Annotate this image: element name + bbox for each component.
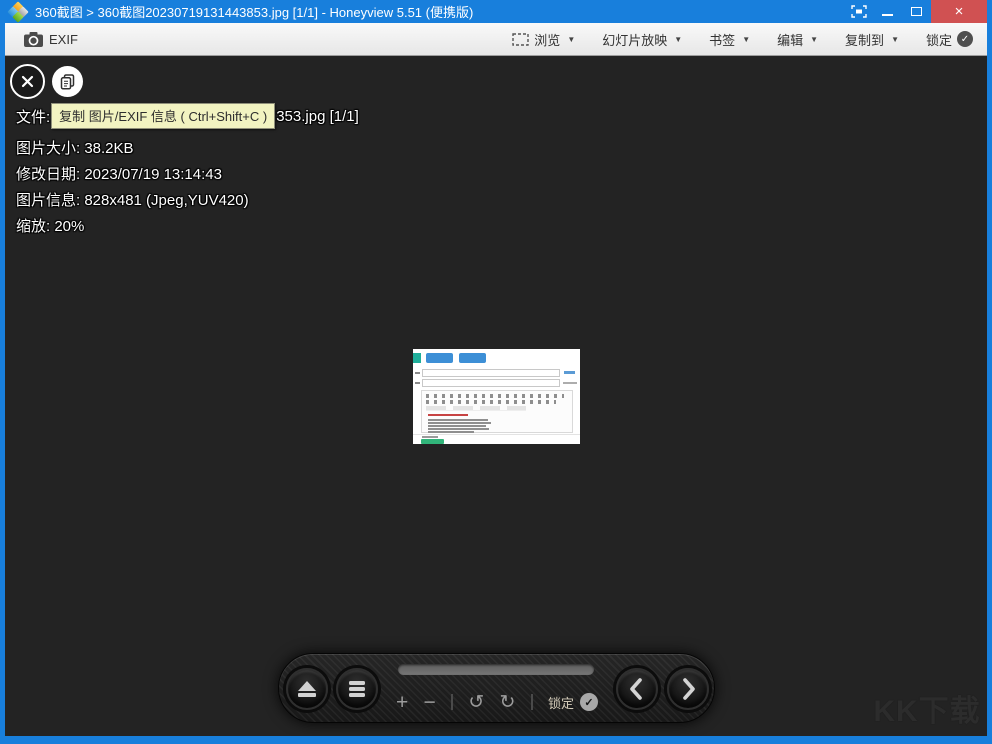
copy-exif-info-button[interactable] bbox=[52, 66, 83, 97]
view-mode-icon bbox=[512, 33, 529, 46]
edit-label: 编辑 bbox=[777, 30, 803, 49]
preview-detail bbox=[422, 369, 560, 377]
watermark-url: www.kkx.net bbox=[863, 735, 987, 736]
check-circle-icon: ✓ bbox=[957, 31, 973, 47]
close-icon bbox=[20, 74, 35, 89]
chevron-down-icon: ▼ bbox=[742, 35, 750, 44]
copy-to-label: 复制到 bbox=[845, 30, 884, 49]
honeyview-logo-icon bbox=[9, 3, 27, 21]
honeyview-window: 360截图 > 360截图20230719131443853.jpg [1/1]… bbox=[0, 0, 992, 744]
bookmark-label: 书签 bbox=[709, 30, 735, 49]
preview-detail bbox=[428, 428, 489, 430]
window-controls: × bbox=[844, 0, 987, 23]
bottom-control-bar: + − ↺ ↻ 锁定 ✓ bbox=[278, 653, 715, 723]
preview-detail bbox=[422, 379, 560, 387]
preview-detail bbox=[564, 371, 575, 374]
camera-icon bbox=[24, 32, 43, 47]
exif-date-line: 修改日期: 2023/07/19 13:14:43 bbox=[16, 163, 222, 184]
image-viewer-area: 文件: 复制 图片/EXIF 信息 ( Ctrl+Shift+C ) 353.j… bbox=[5, 56, 987, 736]
bar-controls: + − ↺ ↻ 锁定 ✓ bbox=[396, 687, 598, 717]
close-button[interactable]: × bbox=[931, 0, 987, 23]
prev-image-button[interactable] bbox=[616, 668, 658, 710]
preview-detail bbox=[428, 431, 474, 433]
rotate-right-button[interactable]: ↻ bbox=[500, 693, 516, 712]
preview-detail bbox=[415, 372, 420, 374]
copy-to-menu[interactable]: 复制到 ▼ bbox=[845, 30, 899, 49]
divider bbox=[451, 694, 453, 710]
eject-icon bbox=[298, 681, 316, 691]
toolbar: EXIF 浏览 ▼ 幻灯片放映 ▼ 书签 ▼ 编辑 ▼ bbox=[5, 23, 987, 56]
chevron-down-icon: ▼ bbox=[567, 35, 575, 44]
fullscreen-button[interactable] bbox=[844, 0, 873, 23]
watermark-text: KK下载 bbox=[863, 686, 987, 730]
preview-detail bbox=[428, 422, 491, 424]
exif-file-label: 文件: bbox=[16, 106, 50, 127]
maximize-button[interactable] bbox=[902, 0, 931, 23]
preview-detail bbox=[563, 382, 577, 384]
close-exif-overlay-button[interactable] bbox=[10, 64, 45, 99]
lock-label: 锁定 bbox=[548, 693, 574, 712]
preview-detail bbox=[428, 425, 486, 427]
slideshow-menu[interactable]: 幻灯片放映 ▼ bbox=[602, 30, 682, 49]
preview-detail bbox=[413, 353, 421, 363]
exif-button[interactable]: EXIF bbox=[18, 23, 84, 55]
exif-info-line: 图片信息: 828x481 (Jpeg,YUV420) bbox=[16, 189, 249, 210]
fullscreen-icon bbox=[851, 5, 867, 18]
preview-detail bbox=[428, 419, 488, 421]
preview-detail bbox=[426, 400, 556, 404]
preview-detail bbox=[421, 439, 444, 444]
zoom-out-button[interactable]: − bbox=[424, 692, 436, 713]
open-file-button[interactable] bbox=[286, 668, 328, 710]
exif-file-tail: 353.jpg [1/1] bbox=[276, 108, 359, 125]
exif-label: EXIF bbox=[49, 32, 78, 47]
window-title: 360截图 > 360截图20230719131443853.jpg [1/1]… bbox=[35, 2, 473, 21]
watermark: KK下载 www.kkx.net bbox=[863, 686, 987, 736]
copy-icon bbox=[60, 74, 75, 90]
nav-slider[interactable] bbox=[398, 664, 594, 675]
viewed-image[interactable] bbox=[413, 349, 580, 444]
lock-label: 锁定 bbox=[926, 30, 952, 49]
exif-size-line: 图片大小: 38.2KB bbox=[16, 137, 134, 158]
browse-label: 浏览 bbox=[534, 30, 560, 49]
preview-detail bbox=[459, 353, 486, 363]
zoom-in-button[interactable]: + bbox=[396, 692, 408, 713]
preview-detail bbox=[426, 353, 453, 363]
exif-zoom-line: 缩放: 20% bbox=[16, 215, 84, 236]
chevron-right-icon bbox=[677, 676, 699, 702]
edit-menu[interactable]: 编辑 ▼ bbox=[777, 30, 818, 49]
slideshow-label: 幻灯片放映 bbox=[602, 30, 667, 49]
close-icon: × bbox=[955, 3, 964, 20]
preview-detail bbox=[413, 434, 580, 435]
preview-detail bbox=[415, 382, 420, 384]
chevron-down-icon: ▼ bbox=[810, 35, 818, 44]
lock-toggle-bar[interactable]: 锁定 ✓ bbox=[548, 693, 598, 712]
maximize-icon bbox=[911, 7, 922, 16]
chevron-down-icon: ▼ bbox=[674, 35, 682, 44]
preview-detail bbox=[428, 414, 468, 416]
copy-tooltip: 复制 图片/EXIF 信息 ( Ctrl+Shift+C ) bbox=[51, 103, 275, 129]
preview-detail bbox=[422, 436, 438, 438]
eject-icon bbox=[298, 693, 316, 697]
browse-menu[interactable]: 浏览 ▼ bbox=[512, 30, 575, 49]
exif-file-line: 文件: 复制 图片/EXIF 信息 ( Ctrl+Shift+C ) 353.j… bbox=[16, 103, 359, 129]
preview-detail bbox=[421, 390, 573, 433]
minimize-icon bbox=[882, 14, 893, 16]
bookmark-menu[interactable]: 书签 ▼ bbox=[709, 30, 750, 49]
preview-detail bbox=[426, 406, 526, 411]
lock-toggle[interactable]: 锁定 ✓ bbox=[926, 30, 973, 49]
toolbar-menus: 浏览 ▼ 幻灯片放映 ▼ 书签 ▼ 编辑 ▼ 复制到 ▼ 锁定 ✓ bbox=[512, 23, 973, 55]
minimize-button[interactable] bbox=[873, 0, 902, 23]
chevron-left-icon bbox=[626, 676, 648, 702]
hamburger-icon bbox=[349, 681, 365, 697]
next-image-button[interactable] bbox=[667, 668, 709, 710]
rotate-left-button[interactable]: ↺ bbox=[468, 693, 484, 712]
check-circle-icon: ✓ bbox=[580, 693, 598, 711]
chevron-down-icon: ▼ bbox=[891, 35, 899, 44]
preview-detail bbox=[426, 394, 564, 398]
menu-button[interactable] bbox=[336, 668, 378, 710]
titlebar: 360截图 > 360截图20230719131443853.jpg [1/1]… bbox=[5, 0, 987, 23]
divider bbox=[531, 694, 533, 710]
